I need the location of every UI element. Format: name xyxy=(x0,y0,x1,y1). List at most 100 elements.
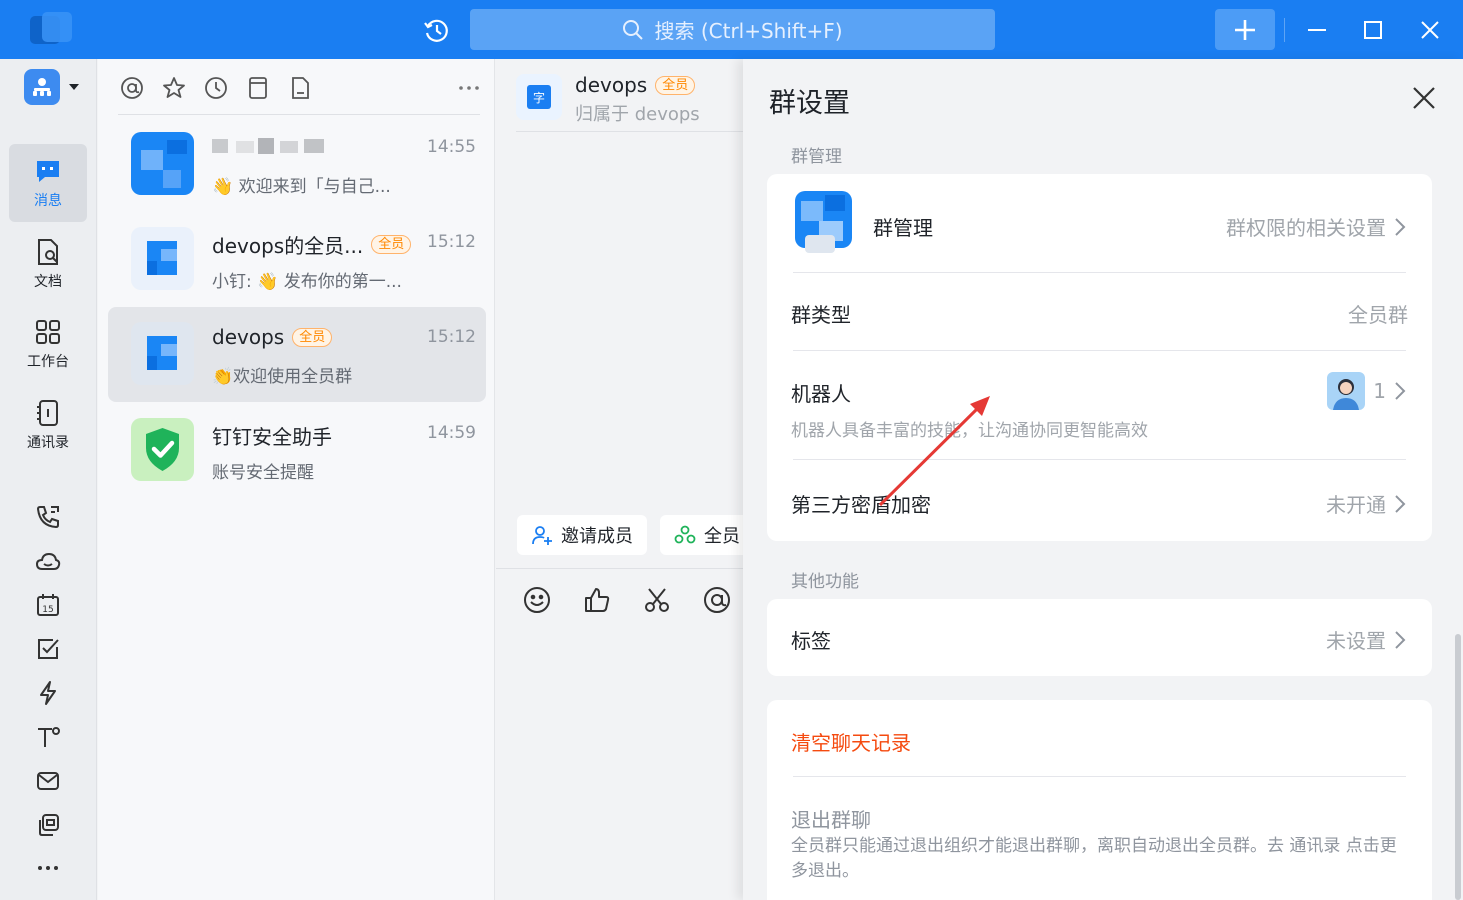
conversation-time: 15:12 xyxy=(427,327,476,347)
conversation-avatar xyxy=(131,132,194,195)
chat-panel: 字 devops 全员 归属于 devops 邀请成员 全员 xyxy=(496,59,754,900)
all-members-tag: 全员 xyxy=(655,75,696,95)
danger-card: 清空聊天记录 退出群聊 全员群只能通过退出组织才能退出群聊，离职自动退出全员群。… xyxy=(767,700,1432,900)
all-members-tag: 全员 xyxy=(371,235,412,254)
thumbs-up-icon[interactable] xyxy=(581,584,613,616)
emoji-icon[interactable] xyxy=(521,584,553,616)
invite-members-button[interactable]: 邀请成员 xyxy=(517,515,647,555)
titlebar-divider xyxy=(1284,18,1285,42)
flash-icon[interactable] xyxy=(34,679,62,707)
star-filter-icon[interactable] xyxy=(160,74,188,102)
minimize-button[interactable] xyxy=(1297,9,1337,50)
row-value: 群权限的相关设置 xyxy=(1226,212,1406,241)
all-members-tag: 全员 xyxy=(292,327,333,347)
section-label-group-management: 群管理 xyxy=(791,147,842,167)
robot-row[interactable]: 机器人 机器人具备丰富的技能，让沟通协同更智能高效 1 xyxy=(767,352,1432,460)
row-divider xyxy=(793,350,1406,351)
nav-rail: 消息 文档 工作台 通讯录 15 xyxy=(0,59,97,900)
mention-filter-icon[interactable] xyxy=(118,74,146,102)
search-bar[interactable]: 搜索 (Ctrl+Shift+F) xyxy=(470,9,995,50)
conversation-item[interactable]: devops的全员... 全员 15:12 小钉: 👋 发布你的第一... xyxy=(108,212,486,307)
quit-group-label: 退出群聊 xyxy=(791,808,871,832)
file-filter-icon[interactable] xyxy=(286,74,314,102)
chip-label: 全员 xyxy=(704,526,740,547)
nav-item-contacts[interactable]: 通讯录 xyxy=(9,386,87,464)
quit-group-description: 全员群只能通过退出组织才能退出群聊，离职自动退出全员群。去 通讯录 点击更多退出… xyxy=(791,836,1397,881)
cloud-icon[interactable] xyxy=(34,548,62,576)
row-divider xyxy=(793,459,1406,460)
document-icon xyxy=(38,239,58,265)
encryption-row[interactable]: 第三方密盾加密 未开通 xyxy=(767,461,1432,541)
todo-icon[interactable] xyxy=(34,635,62,663)
chat-subtitle: 归属于 devops xyxy=(575,104,700,125)
conversation-item[interactable]: 钉钉安全助手 14:59 账号安全提醒 xyxy=(108,403,486,498)
conversation-preview: 小钉: 👋 发布你的第一... xyxy=(212,272,402,292)
search-icon xyxy=(623,19,644,40)
add-user-icon xyxy=(532,526,552,545)
all-members-button[interactable]: 全员 xyxy=(660,515,754,555)
nav-item-workbench[interactable]: 工作台 xyxy=(9,305,87,383)
panel-title: 群设置 xyxy=(769,88,850,119)
mail-icon[interactable] xyxy=(34,767,62,795)
row-label: 第三方密盾加密 xyxy=(791,493,931,517)
group-management-row[interactable]: 群管理 群权限的相关设置 xyxy=(767,174,1432,274)
create-button[interactable] xyxy=(1215,9,1275,50)
history-icon[interactable] xyxy=(420,14,454,48)
conversation-list: 14:55 👋 欢迎来到「与自己... devops的全员... 全员 15:1… xyxy=(98,59,495,900)
conversation-item-selected[interactable]: devops 全员 15:12 👏欢迎使用全员群 xyxy=(108,307,486,402)
tag-row[interactable]: 标签 未设置 xyxy=(767,599,1432,676)
mention-icon[interactable] xyxy=(701,584,733,616)
chevron-right-icon xyxy=(1395,494,1406,513)
nav-label: 工作台 xyxy=(27,354,69,370)
row-label: 机器人 xyxy=(791,382,851,406)
row-label: 群类型 xyxy=(791,303,851,327)
conversation-name xyxy=(212,135,332,157)
section-label-other-features: 其他功能 xyxy=(791,572,859,592)
scissors-icon[interactable] xyxy=(641,584,673,616)
chevron-right-icon xyxy=(1395,630,1406,649)
clear-history-button[interactable]: 清空聊天记录 xyxy=(767,700,1432,776)
nav-label: 文档 xyxy=(34,274,62,290)
close-icon xyxy=(1421,20,1439,39)
conversation-item[interactable]: 14:55 👋 欢迎来到「与自己... xyxy=(108,117,486,212)
nav-item-messages[interactable]: 消息 xyxy=(9,144,87,222)
conversation-preview: 账号安全提醒 xyxy=(212,463,314,483)
chevron-down-icon xyxy=(69,84,79,90)
filter-bar xyxy=(118,73,483,103)
typography-icon[interactable] xyxy=(34,723,62,751)
group-permission-text: 群权限的相关设置 xyxy=(1226,216,1386,240)
maximize-button[interactable] xyxy=(1353,9,1393,50)
org-switcher[interactable] xyxy=(24,69,84,105)
blurred-name xyxy=(212,138,324,154)
svg-text:15: 15 xyxy=(42,605,53,615)
conversation-avatar xyxy=(131,227,194,290)
chat-avatar-char: 字 xyxy=(533,90,545,105)
conversation-preview: 👋 欢迎来到「与自己... xyxy=(212,177,391,197)
close-icon xyxy=(1413,87,1435,109)
contacts-icon xyxy=(37,400,58,426)
maximize-icon xyxy=(1364,20,1382,39)
nav-item-docs[interactable]: 文档 xyxy=(9,225,87,303)
conversation-time: 14:55 xyxy=(427,137,476,157)
conversation-name-text: 钉钉安全助手 xyxy=(212,425,332,449)
org-icon xyxy=(33,78,51,96)
phone-icon[interactable] xyxy=(34,503,62,531)
calendar-icon[interactable]: 15 xyxy=(34,591,62,619)
more-icon[interactable] xyxy=(34,854,62,882)
search-placeholder: 搜索 (Ctrl+Shift+F) xyxy=(654,19,843,43)
conversation-time: 14:59 xyxy=(427,423,476,443)
more-options-icon[interactable] xyxy=(455,74,483,102)
settings-scrollbar[interactable] xyxy=(1455,634,1461,900)
close-panel-button[interactable] xyxy=(1407,81,1441,115)
conversation-name-text: devops xyxy=(212,325,285,349)
conversation-name: 钉钉安全助手 xyxy=(212,421,332,450)
app-logo xyxy=(28,12,74,46)
app-icon[interactable] xyxy=(34,811,62,839)
window-close-button[interactable] xyxy=(1410,9,1450,50)
row-value: 1 xyxy=(1327,372,1406,410)
bookmark-filter-icon[interactable] xyxy=(244,74,272,102)
recent-filter-icon[interactable] xyxy=(202,74,230,102)
quit-group-row: 退出群聊 全员群只能通过退出组织才能退出群聊，离职自动退出全员群。去 通讯录 点… xyxy=(767,778,1432,900)
row-label: 标签 xyxy=(791,629,831,653)
chat-title[interactable]: devops 全员 xyxy=(575,73,696,97)
